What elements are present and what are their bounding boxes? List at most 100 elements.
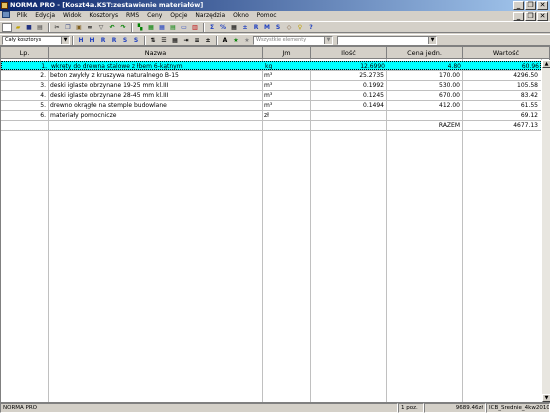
binoculars-icon[interactable]: ∞	[85, 23, 95, 32]
header-ilosc[interactable]: Ilość	[311, 47, 387, 59]
grid-icon[interactable]: ▦	[229, 23, 239, 32]
grid-green-icon[interactable]: ▦	[146, 23, 156, 32]
header-jm[interactable]: Jm	[263, 47, 311, 59]
sort-icon[interactable]: ⇅	[148, 36, 158, 45]
cut-icon[interactable]: ✂	[52, 23, 62, 32]
cell-ilosc: 0.1245	[363, 92, 384, 99]
cell-nazwa: beton zwykły z kruszywa naturalnego B-15	[50, 72, 179, 79]
copy-icon[interactable]: ❐	[63, 23, 73, 32]
cell-cena: 670.00	[439, 92, 460, 99]
table-icon[interactable]: ▦	[170, 36, 180, 45]
table-blue-icon[interactable]: ▦	[157, 23, 167, 32]
materials-table: Lp. Nazwa Jm Ilość Cena jedn. Wartość 1.…	[0, 46, 550, 403]
scroll-up-icon[interactable]: ▲	[542, 60, 550, 68]
cell-cena: 412.00	[439, 102, 460, 109]
hint-icon[interactable]: ♀	[295, 23, 305, 32]
paste-icon[interactable]: ▣	[74, 23, 84, 32]
table-row[interactable]: 3. deski iglaste obrzynane 19-25 mm kl.I…	[1, 81, 541, 90]
filter-icon[interactable]: ▽	[96, 23, 106, 32]
toolbar-separator	[72, 35, 74, 45]
header-lp[interactable]: Lp.	[1, 47, 49, 59]
save-icon[interactable]: ■	[24, 23, 34, 32]
menu-kosztorys[interactable]: Kosztorys	[86, 11, 121, 21]
header-nazwa[interactable]: Nazwa	[49, 47, 263, 59]
table-row[interactable]: 1. wkręty do drewna stalowe z łbem 6-kąt…	[1, 61, 541, 70]
doc-close-button[interactable]: ✕	[537, 12, 548, 21]
indent-icon[interactable]: ⇥	[181, 36, 191, 45]
r-button-icon[interactable]: R	[98, 36, 108, 45]
status-bar: NORMA PRO 1 poz. 9689.46zł ICB_Srednie_4…	[0, 403, 550, 413]
header-wartosc[interactable]: Wartość	[463, 47, 549, 59]
cell-jm: m³	[264, 82, 273, 89]
doc-minimize-button[interactable]: _	[513, 12, 524, 21]
h2-icon[interactable]: H	[87, 36, 97, 45]
menu-rms[interactable]: RMS	[123, 11, 142, 21]
cell-cena: 170.00	[439, 72, 460, 79]
eraser-icon[interactable]: ◇	[284, 23, 294, 32]
s-icon[interactable]: S	[273, 23, 283, 32]
tree-icon[interactable]: ▚	[135, 23, 145, 32]
star-gray-icon[interactable]: ★	[242, 36, 252, 45]
chevron-down-icon[interactable]: ▼	[61, 36, 69, 44]
redo-icon[interactable]: ↷	[118, 23, 128, 32]
filter-select[interactable]: Wszystkie elementy ▼	[253, 35, 333, 45]
cell-wartosc: 69.12	[520, 112, 538, 119]
close-button[interactable]: ✕	[537, 1, 548, 10]
percent-icon[interactable]: %	[218, 23, 228, 32]
menu-widok[interactable]: Widok	[60, 11, 84, 21]
list-green-icon[interactable]: ▤	[168, 23, 178, 32]
help-icon[interactable]: ?	[306, 23, 316, 32]
document-icon[interactable]	[2, 11, 10, 18]
scroll-down-icon[interactable]: ▼	[542, 394, 550, 402]
sum-icon[interactable]: Σ	[207, 23, 217, 32]
cell-cena	[386, 111, 462, 120]
toolbar-separator	[144, 35, 146, 45]
s-button-icon[interactable]: S	[120, 36, 130, 45]
scope-select[interactable]: Cały kosztorys ▼	[2, 35, 70, 45]
table-row[interactable]: 2. beton zwykły z kruszywa naturalnego B…	[1, 71, 541, 80]
monitor-icon[interactable]: ▭	[179, 23, 189, 32]
font-icon[interactable]: A	[220, 36, 230, 45]
vertical-scrollbar[interactable]: ▲ ▼	[541, 60, 550, 402]
cell-ilosc: 25.2735	[359, 72, 384, 79]
menu-plik[interactable]: Plik	[14, 11, 30, 21]
table-row[interactable]: 5. drewno okrągłe na stemple budowlane m…	[1, 101, 541, 110]
scope-select-value: Cały kosztorys	[5, 36, 42, 43]
right-select[interactable]: ▼	[337, 35, 437, 45]
maximize-button[interactable]: ❐	[525, 1, 536, 10]
decimal-icon[interactable]: ±	[203, 36, 213, 45]
undo-icon[interactable]: ↶	[107, 23, 117, 32]
cell-wartosc: 105.58	[517, 82, 538, 89]
menu-ceny[interactable]: Ceny	[144, 11, 165, 21]
h1-icon[interactable]: H	[76, 36, 86, 45]
cell-nazwa: deski iglaste obrzynane 28-45 mm kl.III	[50, 92, 169, 99]
header-cena[interactable]: Cena jedn.	[387, 47, 463, 59]
print-icon[interactable]: ▤	[35, 23, 45, 32]
r-icon[interactable]: R	[251, 23, 261, 32]
add-icon[interactable]: ±	[240, 23, 250, 32]
menu-opcje[interactable]: Opcje	[167, 11, 190, 21]
menu-okno[interactable]: Okno	[230, 11, 252, 21]
chevron-down-icon[interactable]: ▼	[324, 36, 332, 44]
menu-edycja[interactable]: Edycja	[32, 11, 58, 21]
chevron-down-icon[interactable]: ▼	[428, 36, 436, 44]
minimize-button[interactable]: _	[513, 1, 524, 10]
open-folder-icon[interactable]: ▰	[13, 23, 23, 32]
secondary-toolbar: Cały kosztorys ▼ H H R R S S ⇅ ☰ ▦ ⇥ ≡ ±…	[0, 34, 550, 46]
list-icon[interactable]: ☰	[159, 36, 169, 45]
cell-jm: m³	[264, 102, 273, 109]
table-row[interactable]: 4. deski iglaste obrzynane 28-45 mm kl.I…	[1, 91, 541, 100]
star-green-icon[interactable]: ★	[231, 36, 241, 45]
menu-pomoc[interactable]: Pomoc	[254, 11, 280, 21]
r2-button-icon[interactable]: R	[109, 36, 119, 45]
m-icon[interactable]: M	[262, 23, 272, 32]
cell-cena: 530.00	[439, 82, 460, 89]
new-file-icon[interactable]	[2, 22, 12, 32]
menu-narzedzia[interactable]: Narzędzia	[192, 11, 228, 21]
toolbar-separator	[131, 22, 133, 32]
doc-restore-button[interactable]: ❐	[525, 12, 536, 21]
bullet-list-icon[interactable]: ≡	[192, 36, 202, 45]
table-row[interactable]: 6. materiały pomocnicze zł 69.12	[1, 111, 541, 120]
chart-icon[interactable]: ▥	[190, 23, 200, 32]
s2-button-icon[interactable]: S	[131, 36, 141, 45]
